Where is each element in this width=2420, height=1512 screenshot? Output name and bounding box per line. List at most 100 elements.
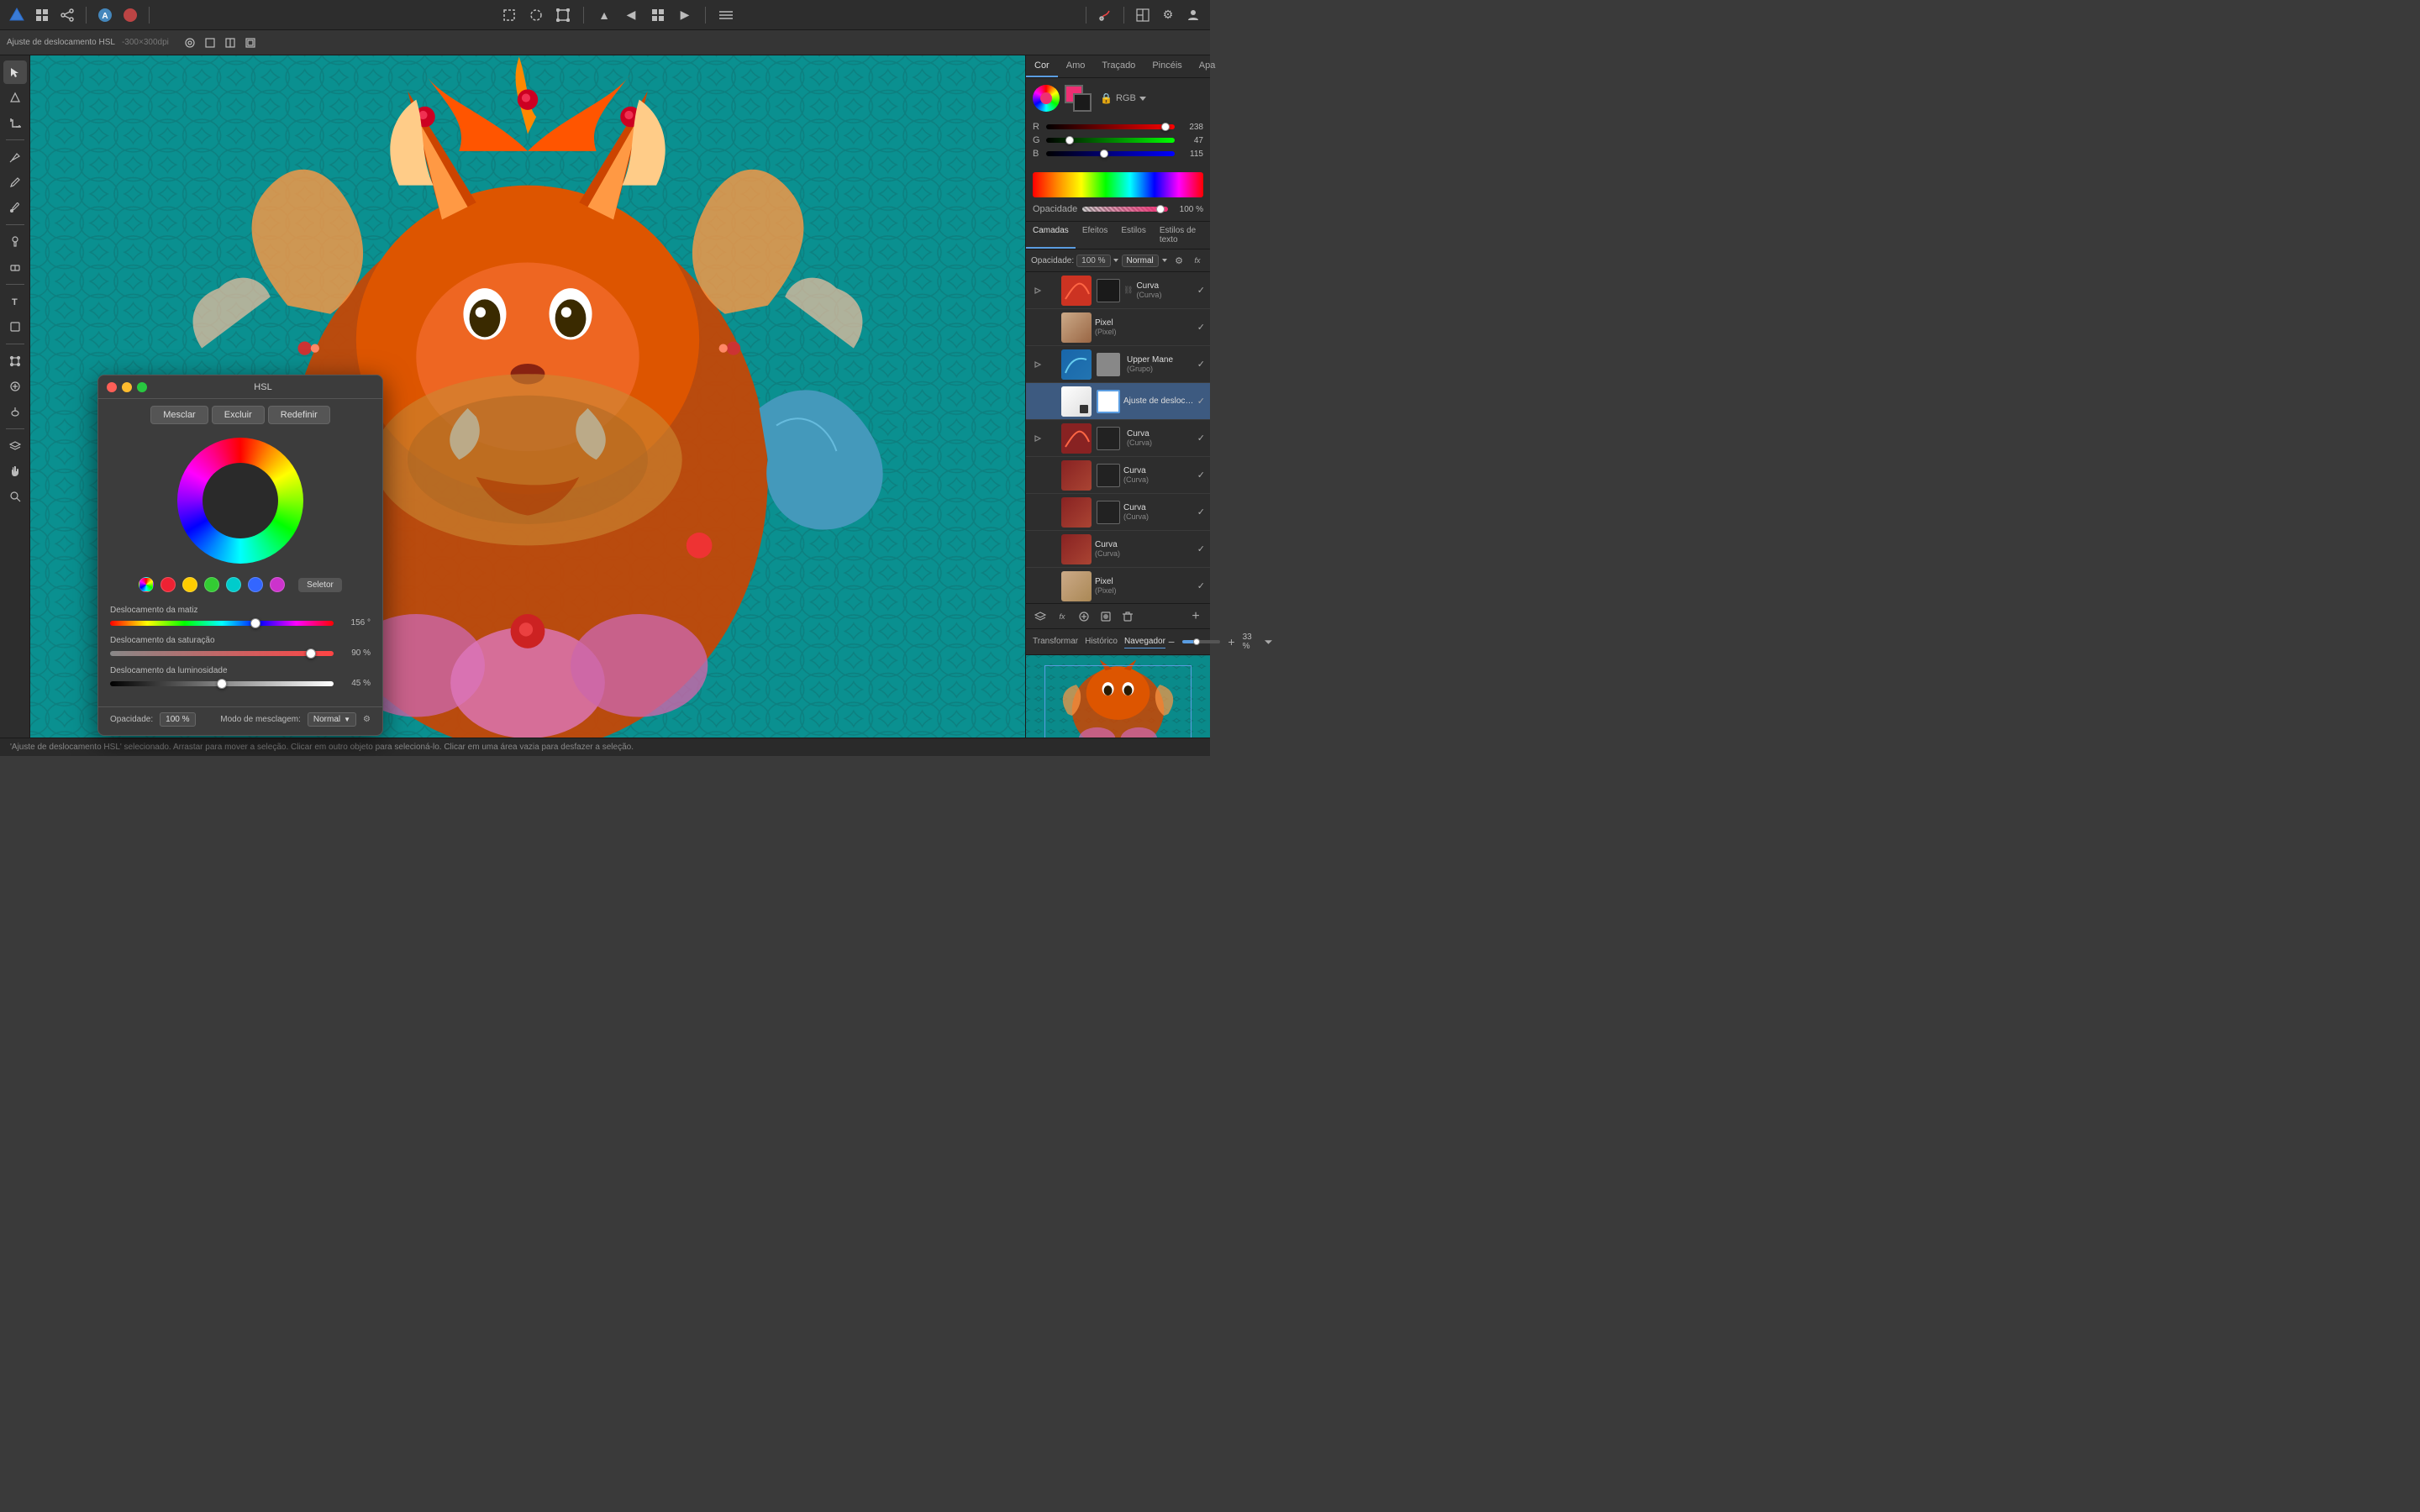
layer-check-pixel1[interactable]: ✓	[1197, 322, 1205, 333]
hsl-color-wheel-area[interactable]	[98, 431, 382, 570]
hsl-gear-icon[interactable]: ⚙	[363, 715, 371, 724]
text-tool[interactable]: T	[3, 290, 27, 313]
swatch-multicolor[interactable]	[139, 577, 154, 592]
tab-apa[interactable]: Apa	[1191, 55, 1224, 77]
zoom-minus-button[interactable]: −	[1165, 635, 1177, 648]
select-ellipse-icon[interactable]	[526, 5, 546, 25]
saturation-slider[interactable]	[110, 651, 334, 656]
view-mode-icon[interactable]	[182, 35, 197, 50]
layer-check-uppermane[interactable]: ✓	[1197, 359, 1205, 370]
view-source-icon[interactable]	[203, 35, 218, 50]
r-thumb[interactable]	[1161, 123, 1170, 131]
paint-brush-tool[interactable]	[3, 230, 27, 254]
r-slider[interactable]	[1046, 124, 1175, 129]
node-tool[interactable]	[3, 86, 27, 109]
b-slider[interactable]	[1046, 151, 1175, 156]
arrange-icon[interactable]	[716, 5, 736, 25]
layer-curva-4[interactable]: Curva (Curva) ✓	[1026, 494, 1210, 531]
hue-slider[interactable]	[110, 621, 334, 626]
select-tool[interactable]	[3, 60, 27, 84]
layer-vis-curva1[interactable]	[1031, 284, 1044, 297]
mode-dropdown-icon[interactable]	[1139, 95, 1146, 102]
zoom-thumb[interactable]	[1193, 638, 1200, 645]
blend-button[interactable]: Mesclar	[150, 406, 208, 424]
luminosity-slider[interactable]	[110, 681, 334, 686]
opacity-value[interactable]: 100 %	[160, 712, 195, 727]
nav-tab-transform[interactable]: Transformar	[1033, 635, 1078, 648]
tab-estilos[interactable]: Estilos	[1114, 222, 1152, 249]
layers-settings-icon[interactable]: ⚙	[1171, 253, 1186, 268]
color-wheel[interactable]	[177, 438, 303, 564]
layer-curva-3[interactable]: Curva (Curva) ✓	[1026, 457, 1210, 494]
layer-pixel-1[interactable]: Pixel (Pixel) ✓	[1026, 309, 1210, 346]
layer-curva-5[interactable]: Curva (Curva) ✓	[1026, 531, 1210, 568]
pen-tool[interactable]	[3, 145, 27, 169]
layers-adjust-icon[interactable]	[1075, 607, 1093, 626]
maximize-button[interactable]	[137, 382, 147, 392]
eyedropper-tool[interactable]	[3, 196, 27, 219]
layers-stack-icon[interactable]	[1031, 607, 1050, 626]
nav-tab-navegador[interactable]: Navegador	[1124, 635, 1165, 648]
hue-track[interactable]: 156 °	[110, 618, 371, 627]
layers-add-icon[interactable]: +	[1186, 607, 1205, 626]
lock-icon[interactable]: 🔒	[1100, 92, 1113, 104]
layer-vis-curva5[interactable]	[1031, 543, 1044, 556]
tab-cor[interactable]: Cor	[1026, 55, 1058, 77]
layer-check-ajuste[interactable]: ✓	[1197, 396, 1205, 407]
layers-opacity-select[interactable]: 100 %	[1076, 255, 1110, 267]
layer-vis-ajuste[interactable]	[1031, 395, 1044, 408]
user-icon[interactable]	[1183, 5, 1203, 25]
color-bg[interactable]	[1073, 93, 1092, 112]
eraser-tool[interactable]	[3, 255, 27, 279]
view-split-icon[interactable]	[223, 35, 238, 50]
layer-check-curva5[interactable]: ✓	[1197, 543, 1205, 554]
color-spectrum[interactable]	[1033, 172, 1203, 197]
reset-button[interactable]: Redefinir	[268, 406, 330, 424]
layer-pixel-2[interactable]: Pixel (Pixel) ✓	[1026, 568, 1210, 603]
layer-vis-pixel1[interactable]	[1031, 321, 1044, 334]
close-button[interactable]	[107, 382, 117, 392]
triangle-up-icon[interactable]: ▲	[594, 5, 614, 25]
brush-tool[interactable]	[3, 171, 27, 194]
tab-estilos-texto[interactable]: Estilos de texto	[1153, 222, 1210, 249]
swatch-blue[interactable]	[248, 577, 263, 592]
zoom-tool[interactable]	[3, 485, 27, 508]
opacity-slider[interactable]	[1082, 207, 1168, 212]
swatch-green[interactable]	[204, 577, 219, 592]
shape-tool[interactable]	[3, 315, 27, 339]
share-icon[interactable]	[57, 5, 77, 25]
hand-tool[interactable]	[3, 459, 27, 483]
select-rect-icon[interactable]	[499, 5, 519, 25]
saturation-track[interactable]: 90 %	[110, 648, 371, 658]
tab-efeitos[interactable]: Efeitos	[1076, 222, 1115, 249]
layer-vis-pixel2[interactable]	[1031, 580, 1044, 593]
healing-tool[interactable]	[3, 375, 27, 398]
layer-check-curva4[interactable]: ✓	[1197, 507, 1205, 517]
layer-check-curva3[interactable]: ✓	[1197, 470, 1205, 480]
saturation-thumb[interactable]	[306, 648, 316, 659]
brush-icon[interactable]	[1095, 5, 1115, 25]
blend-mode-value[interactable]: Normal ▼	[308, 712, 356, 727]
zoom-plus-button[interactable]: +	[1225, 635, 1237, 648]
liquify-icon[interactable]	[120, 5, 140, 25]
dodge-tool[interactable]	[3, 400, 27, 423]
layers-delete-icon[interactable]	[1118, 607, 1137, 626]
g-thumb[interactable]	[1065, 136, 1074, 144]
luminosity-thumb[interactable]	[217, 679, 227, 689]
settings-icon[interactable]: ⚙	[1158, 5, 1178, 25]
layers-add-fx-icon[interactable]: fx	[1053, 607, 1071, 626]
tab-amo[interactable]: Amo	[1058, 55, 1094, 77]
layer-curva-1[interactable]: ⛓ Curva (Curva) ✓	[1026, 272, 1210, 309]
layer-check-curva1[interactable]: ✓	[1197, 285, 1205, 296]
layer-vis-curva4[interactable]	[1031, 506, 1044, 519]
view-360-icon[interactable]	[243, 35, 258, 50]
layer-check-curva2[interactable]: ✓	[1197, 433, 1205, 444]
hue-thumb[interactable]	[250, 618, 260, 628]
nav-tab-historico[interactable]: Histórico	[1085, 635, 1118, 648]
swatch-cyan[interactable]	[226, 577, 241, 592]
g-slider[interactable]	[1046, 138, 1175, 143]
transform-tool[interactable]	[3, 349, 27, 373]
nav-viewport[interactable]	[1044, 665, 1192, 746]
crop-tool[interactable]	[3, 111, 27, 134]
luminosity-track[interactable]: 45 %	[110, 679, 371, 688]
